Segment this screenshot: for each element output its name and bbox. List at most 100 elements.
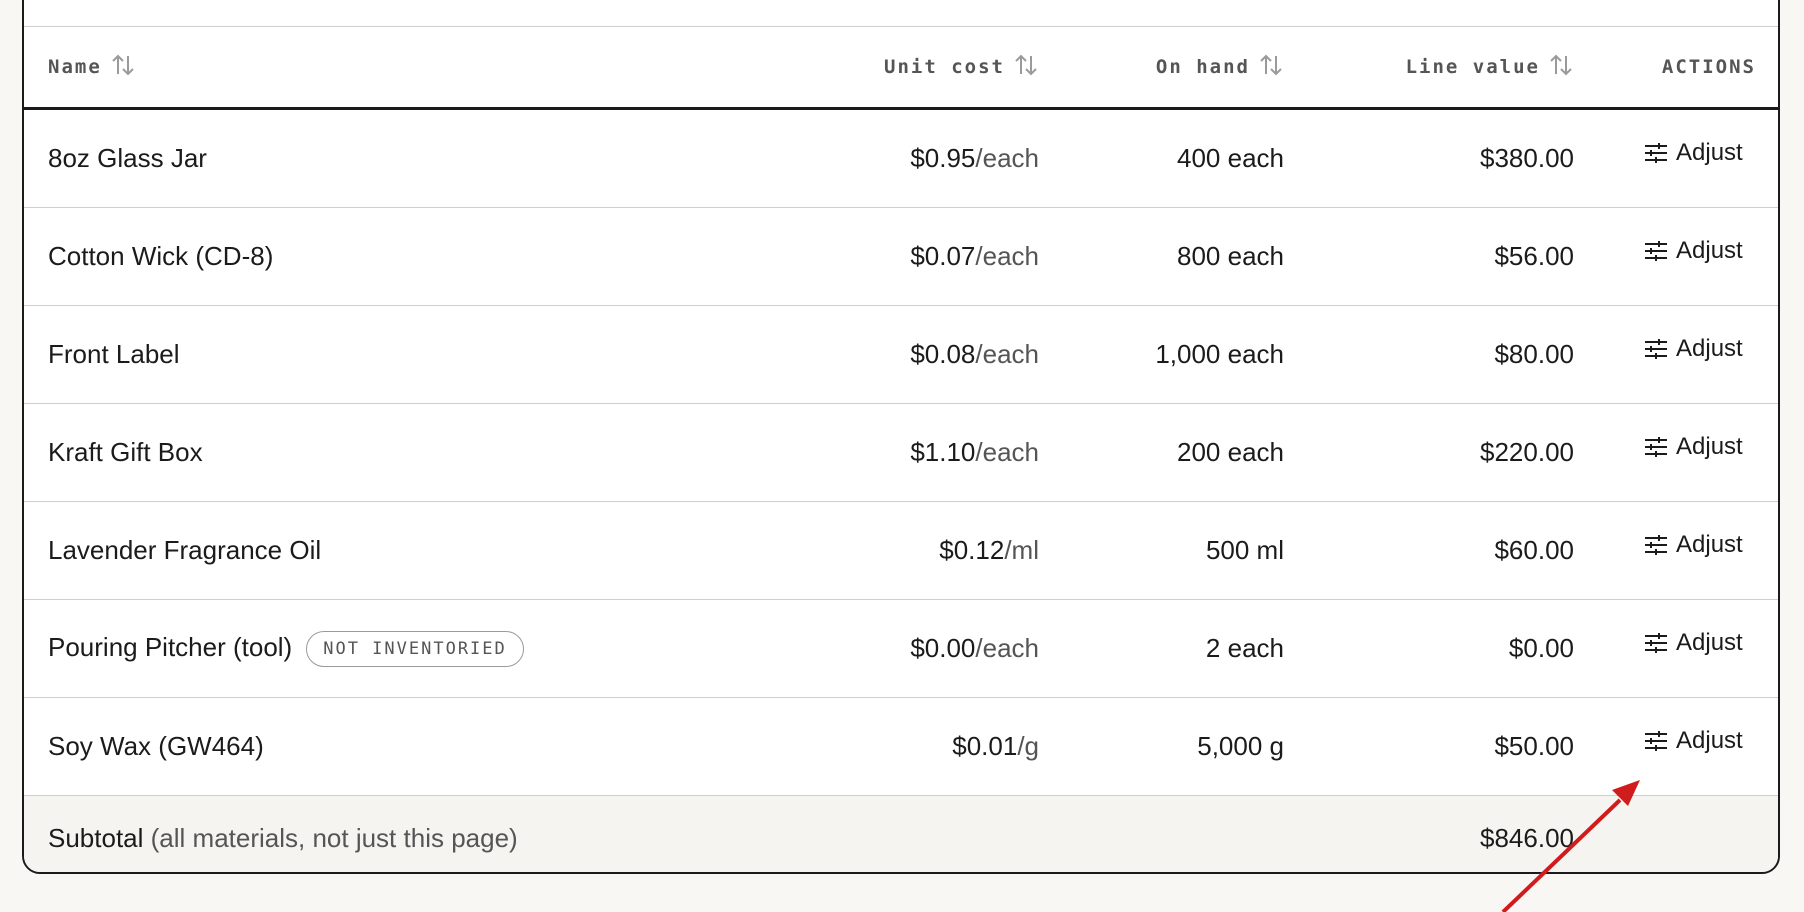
actions-cell: Adjust [1574, 108, 1778, 208]
unit-cost-unit: /each [975, 437, 1039, 467]
line-value-cell: $220.00 [1284, 403, 1574, 502]
unit-cost-cell: $0.01/g [744, 697, 1039, 796]
unit-cost-cell: $0.12/ml [744, 501, 1039, 600]
adjust-label: Adjust [1676, 138, 1743, 166]
adjust-button[interactable]: Adjust [1644, 629, 1743, 657]
unit-cost-value: $0.00 [910, 633, 976, 663]
actions-cell: Adjust [1574, 501, 1778, 600]
on-hand-cell: 2 each [1039, 599, 1284, 698]
unit-cost-value: $0.01 [952, 731, 1018, 761]
card-top-gap [24, 0, 1778, 27]
unit-cost-unit: /g [1017, 731, 1039, 761]
adjust-label: Adjust [1676, 334, 1743, 362]
material-name: Front Label [24, 305, 744, 404]
materials-table: Name Unit cost On hand Line value ACTION… [24, 27, 1778, 872]
subtotal-note: (all materials, not just this page) [150, 822, 518, 853]
column-header-label: ACTIONS [1661, 56, 1756, 78]
material-name: Lavender Fragrance Oil [24, 501, 744, 600]
column-header-label: On hand [1155, 55, 1250, 78]
unit-cost-unit: /ml [1004, 535, 1039, 565]
page: Name Unit cost On hand Line value ACTION… [0, 0, 1804, 912]
on-hand-cell: 200 each [1039, 403, 1284, 502]
table-row: Front Label $0.08/each 1,000 each $80.00… [24, 305, 1778, 404]
unit-cost-value: $0.07 [910, 241, 976, 271]
actions-cell: Adjust [1574, 305, 1778, 404]
unit-cost-value: $0.12 [939, 535, 1005, 565]
material-name: Cotton Wick (CD-8) [24, 207, 744, 306]
adjust-label: Adjust [1676, 432, 1743, 460]
table-row: Pouring Pitcher (tool) NOT INVENTORIED $0… [24, 599, 1778, 698]
subtotal-label-cell: Subtotal (all materials, not just this p… [24, 795, 1284, 872]
unit-cost-cell: $0.95/each [744, 108, 1039, 208]
actions-cell: Adjust [1574, 599, 1778, 698]
line-value-cell: $56.00 [1284, 207, 1574, 306]
on-hand-cell: 1,000 each [1039, 305, 1284, 404]
unit-cost-cell: $0.08/each [744, 305, 1039, 404]
line-value-cell: $0.00 [1284, 599, 1574, 698]
unit-cost-unit: /each [975, 143, 1039, 173]
column-header-label: Unit cost [884, 55, 1005, 78]
material-name: Soy Wax (GW464) [24, 697, 744, 796]
sliders-icon [1645, 534, 1667, 555]
subtotal-row: Subtotal (all materials, not just this p… [24, 795, 1778, 872]
on-hand-cell: 5,000 g [1039, 697, 1284, 796]
on-hand-cell: 500 ml [1039, 501, 1284, 600]
sort-arrows-icon[interactable] [1013, 52, 1039, 83]
not-inventoried-badge: NOT INVENTORIED [306, 630, 524, 667]
sort-arrows-icon[interactable] [110, 52, 136, 83]
line-value-cell: $60.00 [1284, 501, 1574, 600]
unit-cost-unit: /each [975, 241, 1039, 271]
sliders-icon [1645, 338, 1667, 359]
on-hand-cell: 800 each [1039, 207, 1284, 306]
adjust-button[interactable]: Adjust [1644, 531, 1743, 559]
table-header-row: Name Unit cost On hand Line value ACTION… [24, 27, 1778, 110]
material-name: Kraft Gift Box [24, 403, 744, 502]
column-header-name[interactable]: Name [24, 27, 744, 110]
table-row: Cotton Wick (CD-8) $0.07/each 800 each $… [24, 207, 1778, 306]
sliders-icon [1645, 632, 1667, 653]
table-row: Soy Wax (GW464) $0.01/g 5,000 g $50.00 A… [24, 697, 1778, 796]
unit-cost-value: $1.10 [910, 437, 976, 467]
column-header-line-value[interactable]: Line value [1284, 27, 1574, 110]
adjust-button[interactable]: Adjust [1644, 433, 1743, 461]
unit-cost-value: $0.08 [910, 339, 976, 369]
actions-cell: Adjust [1574, 403, 1778, 502]
unit-cost-value: $0.95 [910, 143, 976, 173]
column-header-actions: ACTIONS [1574, 27, 1778, 110]
adjust-button[interactable]: Adjust [1644, 727, 1743, 755]
subtotal-empty-cell [1574, 795, 1778, 872]
adjust-button[interactable]: Adjust [1644, 237, 1743, 265]
line-value-cell: $80.00 [1284, 305, 1574, 404]
material-name: 8oz Glass Jar [24, 108, 744, 208]
subtotal-value: $846.00 [1284, 795, 1574, 872]
actions-cell: Adjust [1574, 207, 1778, 306]
sort-arrows-icon[interactable] [1258, 52, 1284, 83]
column-header-on-hand[interactable]: On hand [1039, 27, 1284, 110]
sort-arrows-icon[interactable] [1548, 52, 1574, 83]
unit-cost-cell: $0.00/each [744, 599, 1039, 698]
unit-cost-unit: /each [975, 633, 1039, 663]
adjust-label: Adjust [1676, 236, 1743, 264]
material-name-cell: Pouring Pitcher (tool) NOT INVENTORIED [24, 599, 744, 698]
actions-cell: Adjust [1574, 697, 1778, 796]
line-value-cell: $50.00 [1284, 697, 1574, 796]
sliders-icon [1645, 142, 1667, 163]
table-row: 8oz Glass Jar $0.95/each 400 each $380.0… [24, 108, 1778, 208]
adjust-button[interactable]: Adjust [1644, 335, 1743, 363]
table-row: Kraft Gift Box $1.10/each 200 each $220.… [24, 403, 1778, 502]
adjust-label: Adjust [1676, 726, 1743, 754]
column-header-label: Line value [1405, 55, 1540, 78]
subtotal-label: Subtotal [48, 822, 144, 853]
table-row: Lavender Fragrance Oil $0.12/ml 500 ml $… [24, 501, 1778, 600]
column-header-label: Name [48, 55, 102, 78]
on-hand-cell: 400 each [1039, 108, 1284, 208]
materials-table-card: Name Unit cost On hand Line value ACTION… [22, 0, 1780, 874]
column-header-unit-cost[interactable]: Unit cost [744, 27, 1039, 110]
unit-cost-cell: $1.10/each [744, 403, 1039, 502]
sliders-icon [1645, 240, 1667, 261]
adjust-button[interactable]: Adjust [1644, 139, 1743, 167]
sliders-icon [1645, 730, 1667, 751]
unit-cost-unit: /each [975, 339, 1039, 369]
material-name: Pouring Pitcher (tool) [48, 631, 293, 662]
sliders-icon [1645, 436, 1667, 457]
